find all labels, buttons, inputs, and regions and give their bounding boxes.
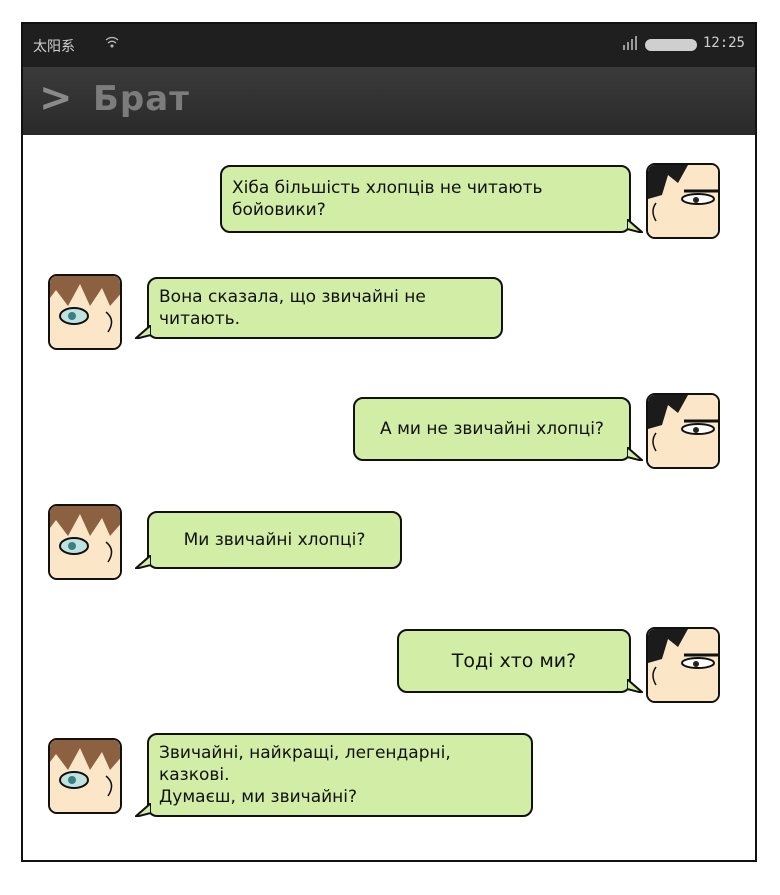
avatar-brown-haired xyxy=(48,274,122,350)
message-text: Звичайні, найкращі, легендарні, казкові.… xyxy=(159,743,451,807)
avatar-dark-haired xyxy=(646,163,720,239)
message-text: А ми не звичайні хлопці? xyxy=(380,419,604,439)
carrier-name: 太阳系 xyxy=(33,39,75,55)
chat-header: > Брат xyxy=(23,67,755,135)
message-bubble: Звичайні, найкращі, легендарні, казкові.… xyxy=(135,733,533,817)
avatar-brown-haired xyxy=(48,504,122,580)
avatar-dark-haired xyxy=(646,393,720,469)
message-text: Вона сказала, що звичайні не читають. xyxy=(159,287,426,329)
status-time: 12:25 xyxy=(702,35,745,51)
message-bubble: Вона сказала, що звичайні не читають. xyxy=(135,277,503,339)
battery-icon xyxy=(645,39,697,51)
avatar-dark-haired xyxy=(646,627,720,703)
phone-screen: 太阳系 12:25 > Брат Хіба більшість хлопців … xyxy=(21,22,757,862)
message-list: Хіба більшість хлопців не читають бойови… xyxy=(23,135,755,860)
message-bubble: Хіба більшість хлопців не читають бойови… xyxy=(220,165,643,233)
signal-bars-icon xyxy=(623,36,637,50)
back-button[interactable]: > xyxy=(39,75,73,121)
message-bubble: А ми не звичайні хлопці? xyxy=(353,397,643,461)
avatar-brown-haired xyxy=(48,738,122,814)
message-bubble: Тоді хто ми? xyxy=(397,629,643,693)
message-bubble: Ми звичайні хлопці? xyxy=(135,511,402,569)
wifi-icon xyxy=(105,35,119,53)
message-text: Хіба більшість хлопців не читають бойови… xyxy=(232,178,543,220)
status-bar: 太阳系 12:25 xyxy=(23,24,755,67)
message-text: Ми звичайні хлопці? xyxy=(183,530,366,550)
contact-name: Брат xyxy=(93,79,190,119)
message-text: Тоді хто ми? xyxy=(451,650,577,672)
